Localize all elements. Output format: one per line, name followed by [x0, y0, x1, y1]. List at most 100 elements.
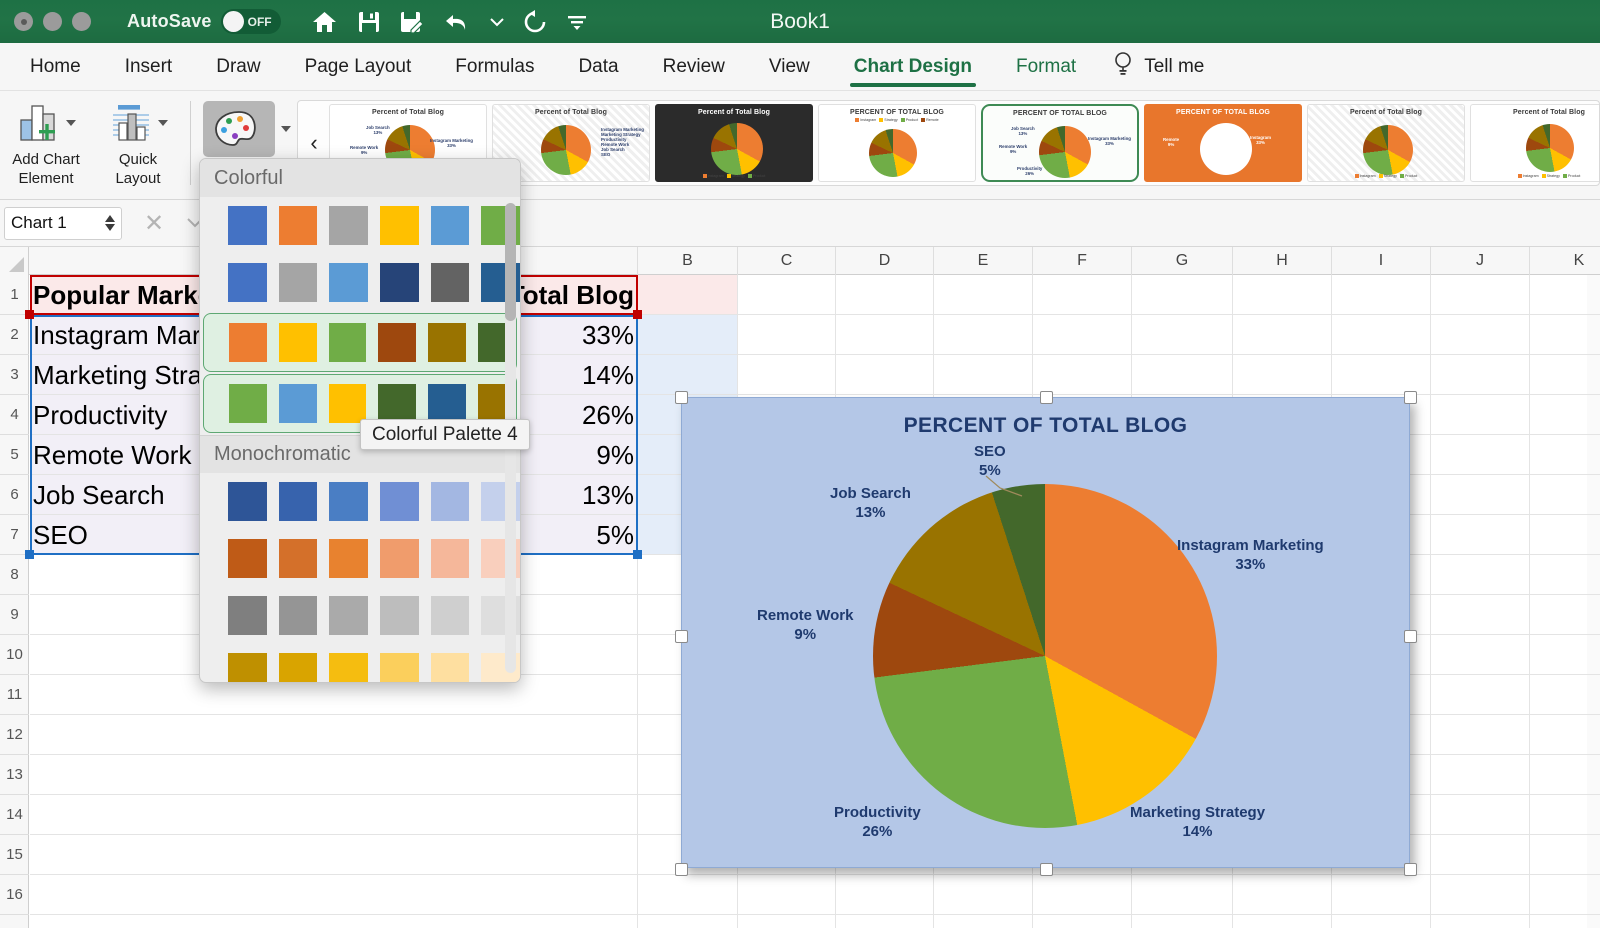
- grid-cell[interactable]: [1431, 835, 1530, 875]
- tab-formulas[interactable]: Formulas: [433, 43, 556, 91]
- grid-cell[interactable]: [836, 875, 934, 915]
- grid-cell[interactable]: [738, 875, 836, 915]
- color-swatch[interactable]: [380, 539, 419, 578]
- color-swatch[interactable]: [380, 653, 419, 683]
- grid-cell[interactable]: [1431, 315, 1530, 355]
- grid-cell[interactable]: [1530, 355, 1600, 395]
- grid-cell[interactable]: [836, 275, 934, 315]
- row-header-12[interactable]: 12: [0, 715, 29, 755]
- column-header-F[interactable]: F: [1033, 247, 1132, 275]
- column-header-K[interactable]: K: [1530, 247, 1600, 275]
- grid-cell[interactable]: [934, 915, 1033, 928]
- selection-handle-tl[interactable]: [25, 310, 34, 319]
- grid-cell[interactable]: [1033, 275, 1132, 315]
- monochromatic-palette-2[interactable]: [200, 530, 520, 587]
- grid-cell[interactable]: [1530, 515, 1600, 555]
- color-swatch[interactable]: [329, 482, 368, 521]
- chart-style-thumb-7[interactable]: Percent of Total Blog Instagram Strategy…: [1307, 104, 1465, 182]
- color-swatch[interactable]: [279, 263, 318, 302]
- data-label-instagram-marketing[interactable]: Instagram Marketing33%: [1177, 536, 1324, 574]
- row-header-8[interactable]: 8: [0, 555, 29, 595]
- grid-cell[interactable]: [738, 355, 836, 395]
- data-label-productivity[interactable]: Productivity26%: [834, 803, 921, 841]
- color-swatch[interactable]: [228, 206, 267, 245]
- grid-cell[interactable]: [30, 755, 638, 795]
- color-swatch[interactable]: [279, 539, 318, 578]
- grid-cell[interactable]: [1132, 315, 1233, 355]
- grid-cell[interactable]: [1530, 835, 1600, 875]
- color-swatch[interactable]: [228, 539, 267, 578]
- chart-handle-top-right[interactable]: [1404, 391, 1417, 404]
- row-header-1[interactable]: 1: [0, 275, 29, 315]
- grid-cell[interactable]: [1530, 395, 1600, 435]
- grid-cell[interactable]: [1033, 915, 1132, 928]
- grid-cell[interactable]: [738, 275, 836, 315]
- select-all-corner[interactable]: [0, 247, 29, 275]
- grid-cell[interactable]: [1530, 915, 1600, 928]
- row-header-13[interactable]: 13: [0, 755, 29, 795]
- color-swatch[interactable]: [329, 206, 368, 245]
- grid-cell[interactable]: [30, 715, 638, 755]
- column-header-C[interactable]: C: [738, 247, 836, 275]
- grid-cell[interactable]: [1431, 475, 1530, 515]
- grid-cell[interactable]: [1233, 315, 1332, 355]
- add-chart-element-button[interactable]: Add Chart Element: [0, 91, 92, 195]
- colorful-palette-2[interactable]: [200, 254, 520, 311]
- grid-cell[interactable]: [934, 315, 1033, 355]
- grid-cell[interactable]: [30, 875, 638, 915]
- chart-handle-top-center[interactable]: [1040, 391, 1053, 404]
- grid-cell[interactable]: [638, 355, 738, 395]
- grid-cell[interactable]: [1431, 915, 1530, 928]
- color-swatch[interactable]: [229, 323, 267, 362]
- color-swatch[interactable]: [228, 653, 267, 683]
- grid-cell[interactable]: [638, 275, 738, 315]
- grid-cell[interactable]: [836, 915, 934, 928]
- grid-cell[interactable]: [1132, 355, 1233, 395]
- autosave-control[interactable]: AutoSave OFF: [127, 9, 281, 34]
- color-swatch[interactable]: [279, 596, 318, 635]
- column-header-H[interactable]: H: [1233, 247, 1332, 275]
- grid-cell[interactable]: [638, 875, 738, 915]
- row-header-4[interactable]: 4: [0, 395, 29, 435]
- color-swatch[interactable]: [279, 384, 317, 423]
- column-header-B[interactable]: B: [638, 247, 738, 275]
- color-swatch[interactable]: [380, 596, 419, 635]
- grid-cell[interactable]: [1431, 555, 1530, 595]
- color-swatch[interactable]: [329, 653, 368, 683]
- color-swatch[interactable]: [431, 653, 470, 683]
- undo-icon[interactable]: [444, 10, 471, 34]
- color-swatch[interactable]: [329, 323, 367, 362]
- selection-handle-tr[interactable]: [633, 310, 642, 319]
- grid-cell[interactable]: [1233, 355, 1332, 395]
- tab-draw[interactable]: Draw: [194, 43, 282, 91]
- data-label-job-search[interactable]: Job Search13%: [830, 484, 911, 522]
- quick-layout-chevron-icon[interactable]: [158, 120, 168, 126]
- grid-cell[interactable]: [1530, 595, 1600, 635]
- window-controls[interactable]: [14, 12, 91, 31]
- home-icon[interactable]: [311, 10, 338, 34]
- tab-format[interactable]: Format: [994, 43, 1098, 91]
- color-swatch[interactable]: [428, 384, 466, 423]
- customize-toolbar-icon[interactable]: [566, 12, 588, 32]
- color-swatch[interactable]: [329, 596, 368, 635]
- column-header-G[interactable]: G: [1132, 247, 1233, 275]
- maximize-window-button[interactable]: [72, 12, 91, 31]
- row-header-11[interactable]: 11: [0, 675, 29, 715]
- grid-cell[interactable]: [1132, 915, 1233, 928]
- change-colors-button[interactable]: [203, 101, 275, 157]
- data-label-remote-work[interactable]: Remote Work9%: [757, 606, 853, 644]
- grid-cell[interactable]: [638, 915, 738, 928]
- pie-series[interactable]: [873, 484, 1217, 828]
- row-header-3[interactable]: 3: [0, 355, 29, 395]
- grid-cell[interactable]: [1332, 915, 1431, 928]
- color-swatch[interactable]: [228, 263, 267, 302]
- colorful-palette-3[interactable]: [203, 313, 517, 372]
- grid-cell[interactable]: [1431, 715, 1530, 755]
- chart-handle-middle-left[interactable]: [675, 630, 688, 643]
- grid-cell[interactable]: [1332, 355, 1431, 395]
- grid-cell[interactable]: [1431, 875, 1530, 915]
- quick-layout-button[interactable]: Quick Layout: [92, 91, 184, 195]
- color-swatch[interactable]: [378, 384, 416, 423]
- row-header-7[interactable]: 7: [0, 515, 29, 555]
- grid-cell[interactable]: [30, 915, 638, 928]
